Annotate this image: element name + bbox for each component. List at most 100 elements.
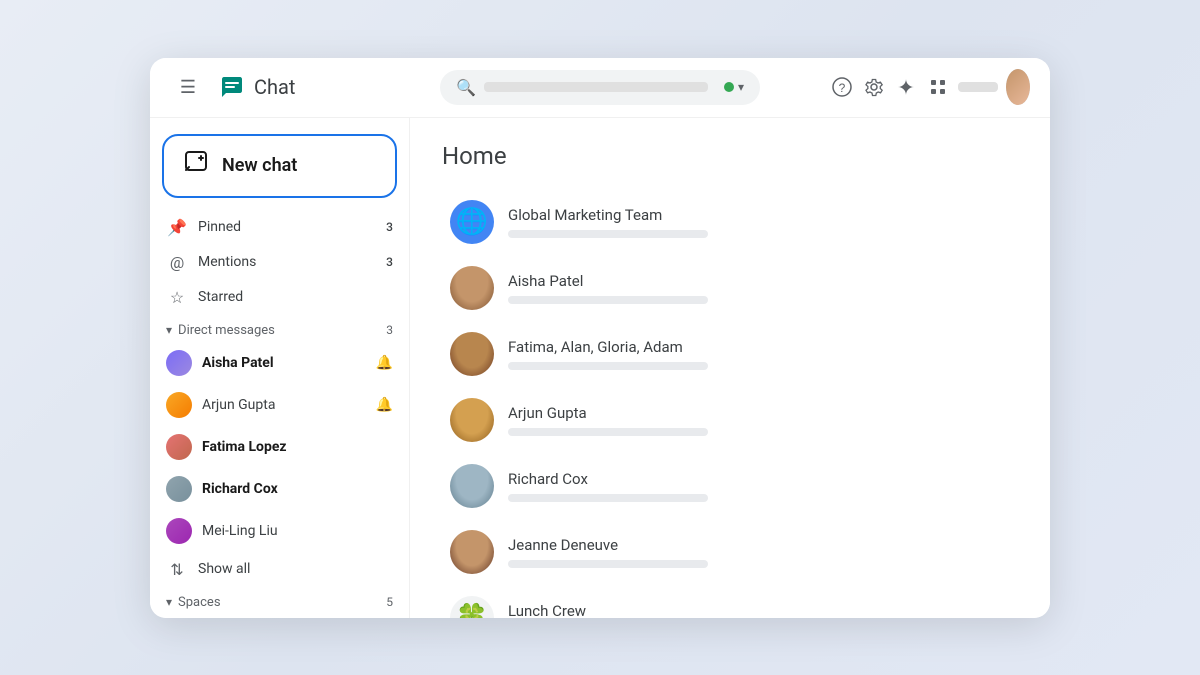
home-item-preview-richard <box>508 494 708 502</box>
sidebar-item-pinned[interactable]: 📌 Pinned 3 <box>154 211 405 244</box>
starred-label: Starred <box>198 289 393 305</box>
help-button[interactable]: ? <box>830 69 854 105</box>
mentions-label: Mentions <box>198 254 367 270</box>
spaces-chevron-icon: ▾ <box>166 595 172 609</box>
contact-name-aisha: Aisha Patel <box>202 355 366 371</box>
home-item-arjun[interactable]: Arjun Gupta <box>442 388 1018 452</box>
avatar-arjun <box>166 392 192 418</box>
pinned-label: Pinned <box>198 219 367 235</box>
chat-logo-icon <box>218 73 246 101</box>
home-avatar-fatima-group <box>450 332 494 376</box>
star-icon: ☆ <box>166 288 188 307</box>
user-name <box>958 82 998 92</box>
contact-name-richard: Richard Cox <box>202 481 393 497</box>
contact-name-arjun: Arjun Gupta <box>202 397 366 413</box>
app-body: New chat 📌 Pinned 3 @ Mentions 3 ☆ Starr… <box>150 118 1050 618</box>
search-input[interactable] <box>484 82 708 92</box>
home-avatar-global: 🌐 <box>450 200 494 244</box>
sidebar-item-arjun[interactable]: Arjun Gupta 🔔 <box>154 385 405 425</box>
home-item-name-richard: Richard Cox <box>508 470 1010 488</box>
sidebar-item-starred[interactable]: ☆ Starred <box>154 281 405 314</box>
home-item-preview-jeanne <box>508 560 708 568</box>
mentions-icon: @ <box>166 253 188 272</box>
home-avatar-jeanne <box>450 530 494 574</box>
sidebar-item-mentions[interactable]: @ Mentions 3 <box>154 246 405 279</box>
home-item-info-global: Global Marketing Team <box>508 206 1010 238</box>
sidebar-item-aisha[interactable]: Aisha Patel 🔔 <box>154 343 405 383</box>
sidebar-item-fatima[interactable]: Fatima Lopez <box>154 427 405 467</box>
home-avatar-richard <box>450 464 494 508</box>
home-item-lunch[interactable]: 🍀 Lunch Crew <box>442 586 1018 618</box>
home-item-richard[interactable]: Richard Cox <box>442 454 1018 518</box>
header-center: 🔍 ▾ <box>370 70 830 105</box>
search-icon: 🔍 <box>456 78 476 97</box>
dm-section-count: 3 <box>386 323 393 337</box>
app-title: Chat <box>254 75 295 99</box>
home-item-name-aisha: Aisha Patel <box>508 272 1010 290</box>
mentions-badge: 3 <box>377 255 393 269</box>
home-item-preview-aisha <box>508 296 708 304</box>
sidebar-item-show-all[interactable]: ⇅ Show all <box>154 553 405 586</box>
home-item-name-global: Global Marketing Team <box>508 206 1010 224</box>
home-item-jeanne[interactable]: Jeanne Deneuve <box>442 520 1018 584</box>
status-dot <box>724 82 734 92</box>
sidebar-item-richard[interactable]: Richard Cox <box>154 469 405 509</box>
home-title: Home <box>442 142 1018 170</box>
home-item-preview-fatima-group <box>508 362 708 370</box>
new-chat-icon <box>184 150 210 182</box>
spaces-section-title: Spaces <box>178 595 380 610</box>
show-all-label: Show all <box>198 561 393 577</box>
avatar-aisha <box>166 350 192 376</box>
home-item-info-aisha: Aisha Patel <box>508 272 1010 304</box>
home-item-global[interactable]: 🌐 Global Marketing Team <box>442 190 1018 254</box>
home-item-aisha[interactable]: Aisha Patel <box>442 256 1018 320</box>
main-content: Home 🌐 Global Marketing Team A <box>410 118 1050 618</box>
settings-button[interactable] <box>862 69 886 105</box>
sidebar-item-lunch-crew[interactable]: 🍀 Lunch Crew 🔔 <box>154 615 405 618</box>
new-chat-label: New chat <box>222 155 297 176</box>
apps-button[interactable] <box>926 69 950 105</box>
home-item-preview-global <box>508 230 708 238</box>
sidebar-item-meiling[interactable]: Mei-Ling Liu <box>154 511 405 551</box>
home-avatar-lunch: 🍀 <box>450 596 494 618</box>
search-bar: 🔍 ▾ <box>440 70 760 105</box>
svg-text:?: ? <box>839 81 846 95</box>
home-avatar-aisha <box>450 266 494 310</box>
app-window: ☰ Chat 🔍 ▾ <box>150 58 1050 618</box>
home-item-fatima-group[interactable]: Fatima, Alan, Gloria, Adam <box>442 322 1018 386</box>
home-item-info-jeanne: Jeanne Deneuve <box>508 536 1010 568</box>
avatar-meiling <box>166 518 192 544</box>
menu-button[interactable]: ☰ <box>170 69 206 105</box>
home-item-info-fatima-group: Fatima, Alan, Gloria, Adam <box>508 338 1010 370</box>
status-selector[interactable]: ▾ <box>724 80 744 94</box>
bell-aisha-icon: 🔔 <box>376 355 393 371</box>
home-item-info-richard: Richard Cox <box>508 470 1010 502</box>
home-item-name-arjun: Arjun Gupta <box>508 404 1010 422</box>
show-all-icon: ⇅ <box>166 560 188 579</box>
dm-chevron-icon: ▾ <box>166 323 172 337</box>
home-avatar-arjun <box>450 398 494 442</box>
contact-name-meiling: Mei-Ling Liu <box>202 523 393 539</box>
chevron-down-icon: ▾ <box>738 80 744 94</box>
contact-name-fatima: Fatima Lopez <box>202 439 393 455</box>
home-item-name-lunch: Lunch Crew <box>508 602 1010 618</box>
pin-icon: 📌 <box>166 218 188 237</box>
home-list: 🌐 Global Marketing Team Aisha Patel <box>442 190 1018 618</box>
bell-arjun-icon: 🔔 <box>376 397 393 413</box>
header: ☰ Chat 🔍 ▾ <box>150 58 1050 118</box>
spaces-section-count: 5 <box>386 595 393 609</box>
home-item-preview-arjun <box>508 428 708 436</box>
header-right: ? <box>830 69 1030 105</box>
sparkle-button[interactable] <box>894 69 918 105</box>
home-item-info-lunch: Lunch Crew <box>508 602 1010 618</box>
new-chat-button[interactable]: New chat <box>162 134 397 198</box>
avatar-fatima <box>166 434 192 460</box>
shamrock-icon: 🍀 <box>456 603 488 618</box>
globe-icon: 🌐 <box>456 207 488 237</box>
pinned-badge: 3 <box>377 220 393 234</box>
home-item-name-jeanne: Jeanne Deneuve <box>508 536 1010 554</box>
user-avatar[interactable] <box>1006 69 1030 105</box>
sidebar: New chat 📌 Pinned 3 @ Mentions 3 ☆ Starr… <box>150 118 410 618</box>
spaces-section-header: ▾ Spaces 5 <box>150 587 409 614</box>
user-avatar-image <box>1006 69 1030 105</box>
